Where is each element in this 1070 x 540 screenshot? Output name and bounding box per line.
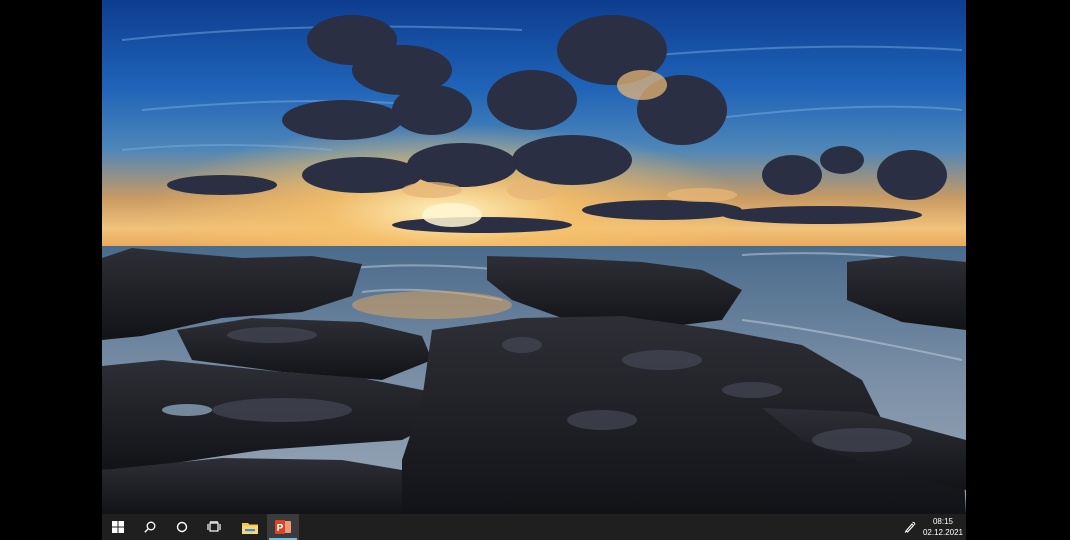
cortana-circle-icon bbox=[176, 521, 188, 533]
taskbar-clock[interactable]: 08:15 02.12.2021 bbox=[920, 514, 966, 540]
svg-text:P: P bbox=[277, 523, 284, 534]
search-icon bbox=[144, 521, 156, 533]
clock-time: 08:15 bbox=[932, 517, 954, 526]
wallpaper-image bbox=[102, 0, 966, 514]
powerpoint-icon: P bbox=[275, 520, 291, 534]
tray-pen-workspace[interactable] bbox=[900, 514, 920, 540]
desktop-wallpaper[interactable] bbox=[102, 0, 966, 514]
screen: P 08:15 02.12.2021 bbox=[0, 0, 1070, 540]
folder-icon bbox=[242, 522, 258, 534]
taskbar: P 08:15 02.12.2021 bbox=[102, 514, 966, 540]
clock-date: 02.12.2021 bbox=[922, 528, 964, 537]
task-view-button[interactable] bbox=[198, 514, 230, 540]
search-button[interactable] bbox=[134, 514, 166, 540]
taskbar-app-powerpoint[interactable]: P bbox=[267, 514, 299, 540]
taskbar-app-file-explorer[interactable] bbox=[234, 514, 266, 540]
pen-workspace-icon bbox=[904, 521, 916, 533]
start-button[interactable] bbox=[102, 514, 134, 540]
cortana-button[interactable] bbox=[166, 514, 198, 540]
task-view-icon bbox=[207, 521, 221, 532]
windows-icon bbox=[112, 521, 124, 533]
